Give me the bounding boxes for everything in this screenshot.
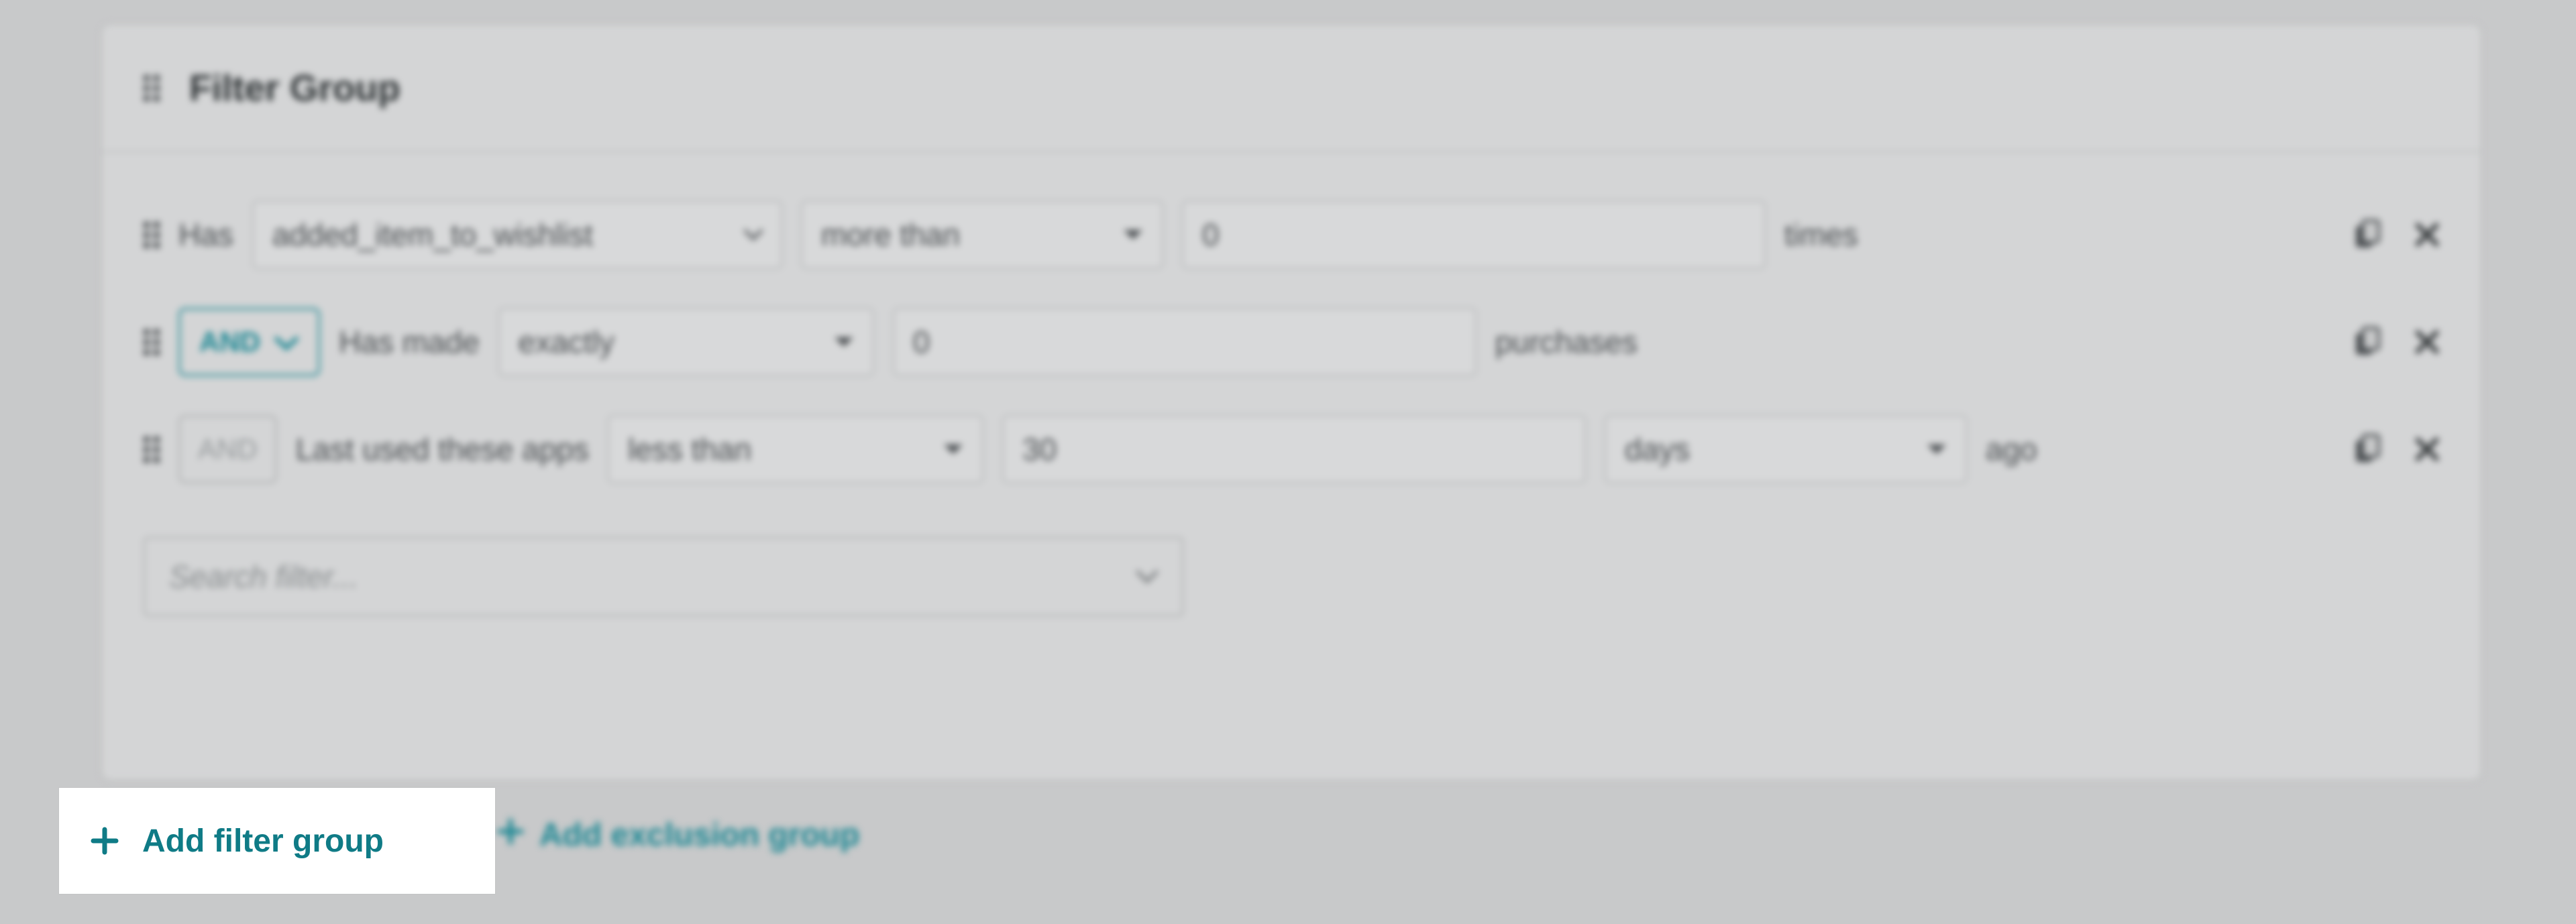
chevron-down-icon [743, 228, 763, 241]
rule-prefix: Has [178, 217, 233, 253]
rule-prefix: Has made [339, 324, 480, 360]
chevron-down-icon [833, 335, 855, 349]
comparator-select[interactable]: more than [801, 200, 1163, 269]
plus-icon [496, 817, 525, 854]
filter-rule: AND Has made exactly 0 purchases [144, 308, 2440, 376]
drag-handle-icon[interactable] [144, 75, 160, 101]
close-icon[interactable] [2414, 221, 2440, 248]
chevron-down-icon [942, 442, 965, 457]
plus-icon [90, 826, 119, 856]
add-filter-group-button[interactable]: Add filter group [59, 788, 495, 894]
value-text: 0 [913, 324, 930, 360]
chevron-down-icon [274, 326, 299, 358]
value-text: 0 [1202, 217, 1220, 253]
value-input[interactable]: 0 [893, 308, 1477, 376]
chevron-down-icon [1122, 227, 1144, 242]
rule-suffix: ago [1986, 431, 2037, 467]
close-icon[interactable] [2414, 436, 2440, 463]
filter-rule: Has added_item_to_wishlist more than 0 [144, 200, 2440, 269]
drag-handle-icon[interactable] [144, 437, 160, 463]
logic-operator-value: AND [198, 433, 258, 465]
close-icon[interactable] [2414, 329, 2440, 355]
drag-handle-icon[interactable] [144, 222, 160, 248]
value-input[interactable]: 0 [1182, 200, 1766, 269]
duplicate-icon[interactable] [2353, 327, 2381, 357]
add-filter-group-label: Add filter group [142, 823, 384, 860]
unit-select[interactable]: days [1605, 415, 1967, 483]
panel-title: Filter Group [189, 66, 400, 109]
comparator-value: exactly [519, 324, 614, 360]
event-select-value: added_item_to_wishlist [272, 217, 593, 253]
logic-operator-select[interactable]: AND [178, 308, 320, 376]
search-filter-input[interactable]: Search filter... [144, 537, 1183, 616]
comparator-value: less than [628, 431, 751, 467]
unit-value: days [1625, 431, 1690, 467]
value-text: 30 [1022, 431, 1057, 467]
search-filter-placeholder: Search filter... [169, 559, 358, 595]
rule-prefix: Last used these apps [296, 431, 589, 467]
filter-rule: AND Last used these apps less than 30 da… [144, 415, 2440, 483]
rule-suffix: purchases [1495, 324, 1638, 360]
chevron-down-icon [1135, 569, 1159, 585]
chevron-down-icon [1925, 442, 1948, 457]
event-select[interactable]: added_item_to_wishlist [252, 200, 782, 269]
filter-group-panel: Filter Group Has added_item_to_wishlist [101, 23, 2482, 781]
duplicate-icon[interactable] [2353, 434, 2381, 465]
value-input[interactable]: 30 [1002, 415, 1586, 483]
logic-operator-chip: AND [178, 415, 277, 483]
comparator-select[interactable]: less than [608, 415, 983, 483]
duplicate-icon[interactable] [2353, 219, 2381, 250]
add-exclusion-group-label: Add exclusion group [539, 817, 859, 854]
panel-header: Filter Group [102, 25, 2481, 152]
add-exclusion-group-button[interactable]: Add exclusion group [496, 817, 859, 854]
rules-area: Has added_item_to_wishlist more than 0 [102, 152, 2481, 650]
drag-handle-icon[interactable] [144, 329, 160, 355]
logic-operator-value: AND [199, 326, 260, 358]
comparator-value: more than [821, 217, 960, 253]
rule-suffix: times [1784, 217, 1858, 253]
comparator-select[interactable]: exactly [498, 308, 874, 376]
